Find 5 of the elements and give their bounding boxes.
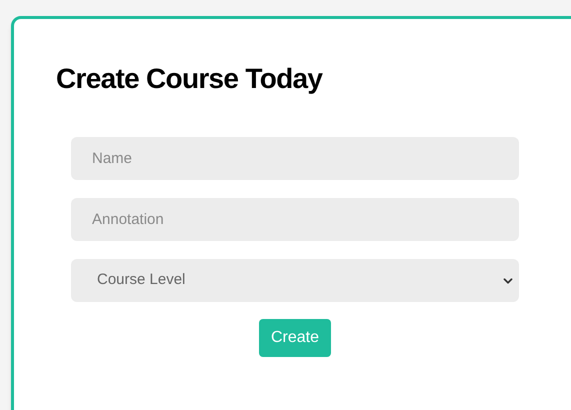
- level-select[interactable]: Course Level: [71, 259, 519, 302]
- text-field[interactable]: Name: [71, 137, 519, 180]
- select-value: Course Level: [97, 270, 186, 290]
- form-title: Create Course Today: [56, 62, 322, 96]
- text-field[interactable]: Annotation: [71, 198, 519, 241]
